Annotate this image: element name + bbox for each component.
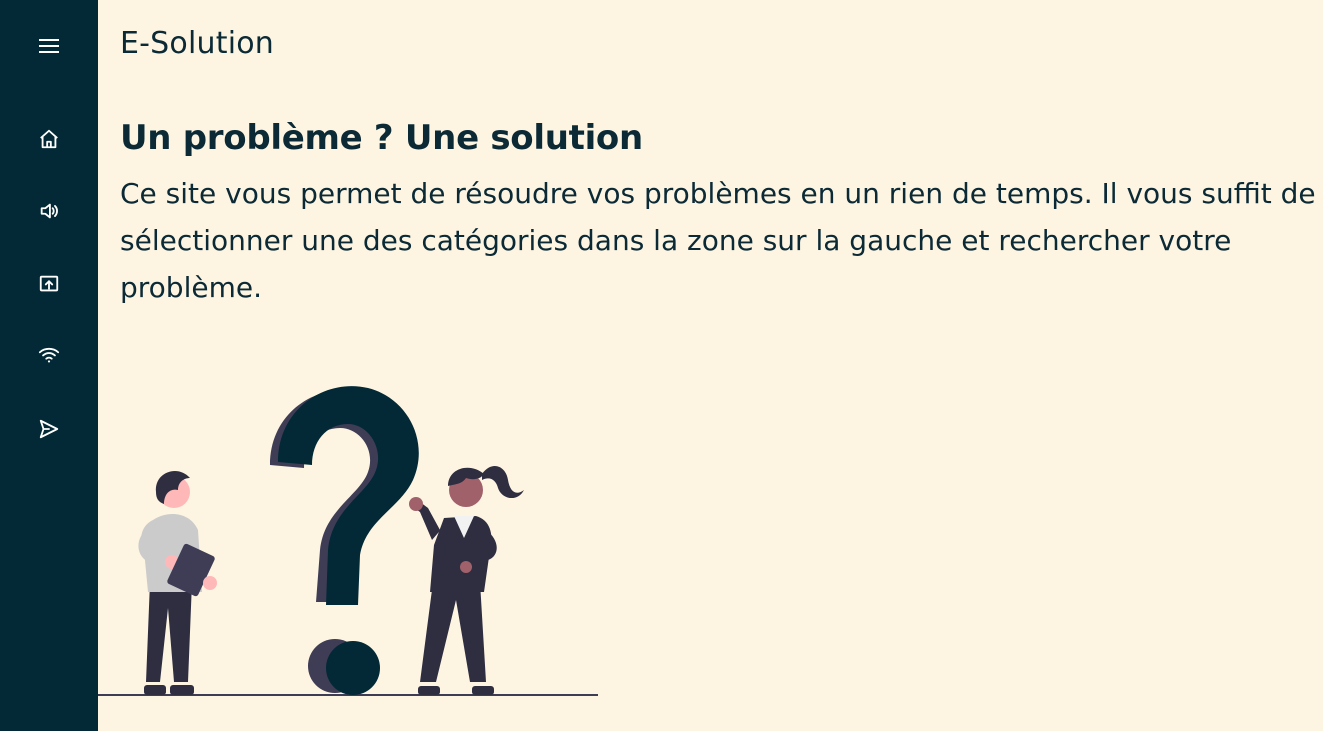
wifi-icon [38, 347, 60, 363]
menu-icon [39, 39, 59, 53]
sidebar-item-screen[interactable] [29, 264, 69, 304]
people-question-mark-illustration [98, 386, 598, 696]
menu-button[interactable] [29, 26, 69, 66]
sidebar-item-network[interactable] [29, 335, 69, 375]
app-title: E-Solution [120, 26, 274, 61]
home-icon [40, 129, 58, 149]
sidebar-item-audio[interactable] [29, 191, 69, 231]
page-heading: Un problème ? Une solution [120, 118, 643, 158]
main-content: E-Solution Un problème ? Une solution Ce… [98, 0, 1323, 731]
sidebar [0, 0, 98, 731]
sidebar-item-contact[interactable] [29, 409, 69, 449]
send-icon [39, 419, 59, 439]
sidebar-item-home[interactable] [29, 119, 69, 159]
screen-share-icon [39, 275, 59, 292]
speaker-icon [40, 203, 58, 219]
page-description: Ce site vous permet de résoudre vos prob… [120, 177, 1316, 304]
